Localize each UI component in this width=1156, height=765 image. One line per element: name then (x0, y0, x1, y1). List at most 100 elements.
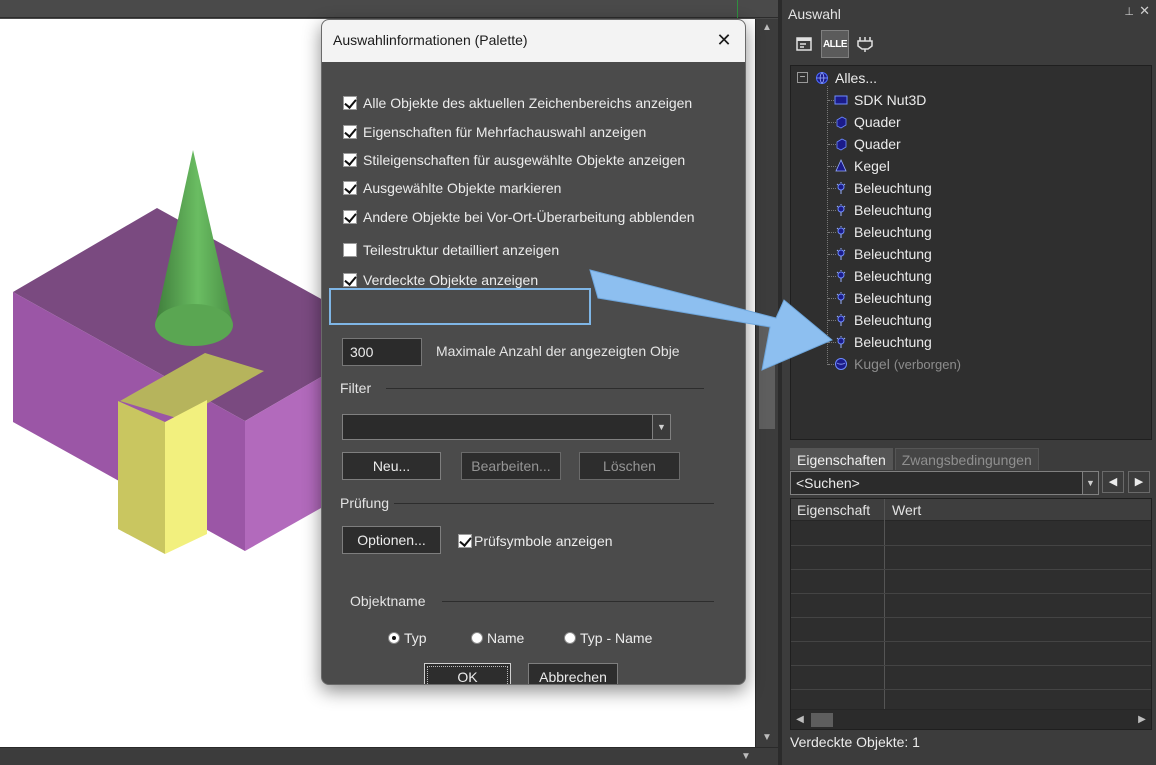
property-search-input[interactable]: <Suchen> ▼ (790, 471, 1099, 495)
table-row (791, 617, 1151, 618)
checkbox[interactable] (343, 153, 357, 167)
radio-dot[interactable] (388, 632, 400, 644)
option-label: Teilestruktur detailliert anzeigen (363, 242, 560, 258)
tree-item[interactable]: Beleuchtung (833, 266, 932, 286)
chevron-down-icon[interactable]: ▼ (1082, 472, 1098, 494)
property-grid[interactable]: Eigenschaft Wert ◀ ▶ (790, 498, 1152, 730)
option-detailed-part-structure[interactable]: Teilestruktur detailliert anzeigen (343, 240, 559, 260)
checkbox[interactable] (343, 96, 357, 110)
select-all-button[interactable]: ALLE (821, 30, 849, 58)
column-separator[interactable] (884, 499, 885, 709)
close-icon[interactable]: ✕ (1139, 3, 1150, 19)
scroll-up-icon[interactable]: ▲ (756, 19, 778, 37)
close-icon[interactable]: ✕ (709, 26, 739, 54)
check-symbols-option[interactable]: Prüfsymbole anzeigen (458, 531, 613, 551)
option-label: Verdeckte Objekte anzeigen (363, 272, 539, 288)
collapse-icon[interactable]: − (797, 72, 808, 83)
viewport-top-bar (0, 0, 778, 18)
cuboid-icon (833, 114, 849, 130)
dialog-title: Auswahlinformationen (Palette) (333, 32, 528, 48)
tree-item[interactable]: Beleuchtung (833, 178, 932, 198)
tree-item[interactable]: SDK Nut3D (833, 90, 926, 110)
viewport-vertical-scrollbar[interactable]: ▲ ▼ (755, 19, 778, 747)
tree-item[interactable]: Kugel (verborgen) (833, 354, 961, 374)
tree-item[interactable]: Beleuchtung (833, 222, 932, 242)
option-dim-other-objects[interactable]: Andere Objekte bei Vor-Ort-Überarbeitung… (343, 207, 695, 227)
tree-item[interactable]: Kegel (833, 156, 890, 176)
checkbox[interactable] (343, 125, 357, 139)
tree-item-label: Quader (854, 114, 901, 130)
checkbox[interactable] (458, 534, 472, 548)
scroll-left-icon[interactable]: ◀ (791, 710, 809, 730)
delete-filter-button[interactable]: Löschen (579, 452, 680, 480)
table-row (791, 569, 1151, 570)
block-right-face (165, 400, 207, 554)
scroll-right-icon[interactable]: ▶ (1133, 710, 1151, 730)
option-label: Stileigenschaften für ausgewählte Objekt… (363, 152, 686, 168)
column-header-property[interactable]: Eigenschaft (797, 502, 870, 518)
options-button[interactable]: Optionen... (342, 526, 441, 554)
objname-group-label: Objektname (350, 593, 426, 609)
tree-item-label: Beleuchtung (854, 312, 932, 328)
filter-select[interactable]: ▼ (342, 414, 671, 440)
option-style-properties[interactable]: Stileigenschaften für ausgewählte Objekt… (343, 150, 685, 170)
tree-guide-line (827, 86, 828, 365)
scroll-down-icon[interactable]: ▼ (737, 748, 755, 765)
chevron-down-icon[interactable]: ▼ (652, 415, 670, 439)
option-label: Alle Objekte des aktuellen Zeichenbereic… (363, 95, 693, 111)
tree-item-label: Beleuchtung (854, 202, 932, 218)
column-header-value[interactable]: Wert (892, 502, 921, 518)
table-row (791, 665, 1151, 666)
tab-constraints[interactable]: Zwangsbedingungen (894, 448, 1039, 470)
scroll-thumb[interactable] (759, 319, 775, 429)
filter-separator (386, 388, 704, 389)
option-show-all-objects[interactable]: Alle Objekte des aktuellen Zeichenbereic… (343, 93, 692, 113)
checkbox[interactable] (343, 210, 357, 224)
tree-item[interactable]: Beleuchtung (833, 200, 932, 220)
tree-item[interactable]: Quader (833, 112, 901, 132)
tree-item[interactable]: Beleuchtung (833, 288, 932, 308)
globe-icon (814, 70, 830, 86)
ok-button[interactable]: OK (424, 663, 511, 684)
tree-item[interactable]: Quader (833, 134, 901, 154)
tab-properties[interactable]: Eigenschaften (790, 448, 893, 470)
dialog-title-bar[interactable]: Auswahlinformationen (Palette) ✕ (322, 20, 745, 62)
filter-group-label: Filter (340, 380, 372, 396)
radio-dot[interactable] (471, 632, 483, 644)
tree-item-label: Kegel (854, 158, 890, 174)
plug-icon[interactable] (851, 30, 879, 58)
checkbox[interactable] (343, 273, 357, 287)
new-filter-button[interactable]: Neu... (342, 452, 441, 480)
selection-info-dialog: Auswahlinformationen (Palette) ✕ Alle Ob… (321, 19, 746, 685)
max-count-input[interactable]: 300 (342, 338, 422, 366)
property-horizontal-scrollbar[interactable]: ◀ ▶ (791, 709, 1151, 729)
tree-root[interactable]: Alles... (814, 68, 877, 88)
tree-item[interactable]: Beleuchtung (833, 244, 932, 264)
property-tabs: Eigenschaften Zwangsbedingungen (790, 448, 1041, 470)
light-icon (833, 180, 849, 196)
radio-dot[interactable] (564, 632, 576, 644)
edit-filter-button[interactable]: Bearbeiten... (461, 452, 561, 480)
option-multi-selection-properties[interactable]: Eigenschaften für Mehrfachauswahl anzeig… (343, 122, 646, 142)
viewport-horizontal-scrollbar[interactable]: ▼ (0, 747, 778, 765)
checkbox[interactable] (343, 243, 357, 257)
pin-icon[interactable]: ⊥ (1124, 5, 1134, 18)
selection-settings-icon[interactable] (791, 30, 819, 58)
radio-name[interactable]: Name (471, 629, 524, 647)
tree-item-label: Beleuchtung (854, 290, 932, 306)
option-highlight-selected[interactable]: Ausgewählte Objekte markieren (343, 178, 561, 198)
scroll-thumb[interactable] (811, 713, 833, 727)
checkbox[interactable] (343, 181, 357, 195)
next-icon[interactable]: ▶ (1128, 471, 1150, 493)
light-icon (833, 334, 849, 350)
radio-typ-name[interactable]: Typ - Name (564, 629, 652, 647)
search-value: <Suchen> (796, 475, 860, 491)
tree-item[interactable]: Beleuchtung (833, 332, 932, 352)
cancel-button[interactable]: Abbrechen (528, 663, 618, 684)
selection-tree[interactable]: − Alles... SDK Nut3D Quader Quader Kegel Bel… (790, 65, 1152, 440)
option-show-hidden-objects[interactable]: Verdeckte Objekte anzeigen (343, 270, 538, 290)
scroll-down-icon[interactable]: ▼ (756, 729, 778, 747)
tree-item[interactable]: Beleuchtung (833, 310, 932, 330)
radio-typ[interactable]: Typ (388, 629, 427, 647)
previous-icon[interactable]: ◀ (1102, 471, 1124, 493)
